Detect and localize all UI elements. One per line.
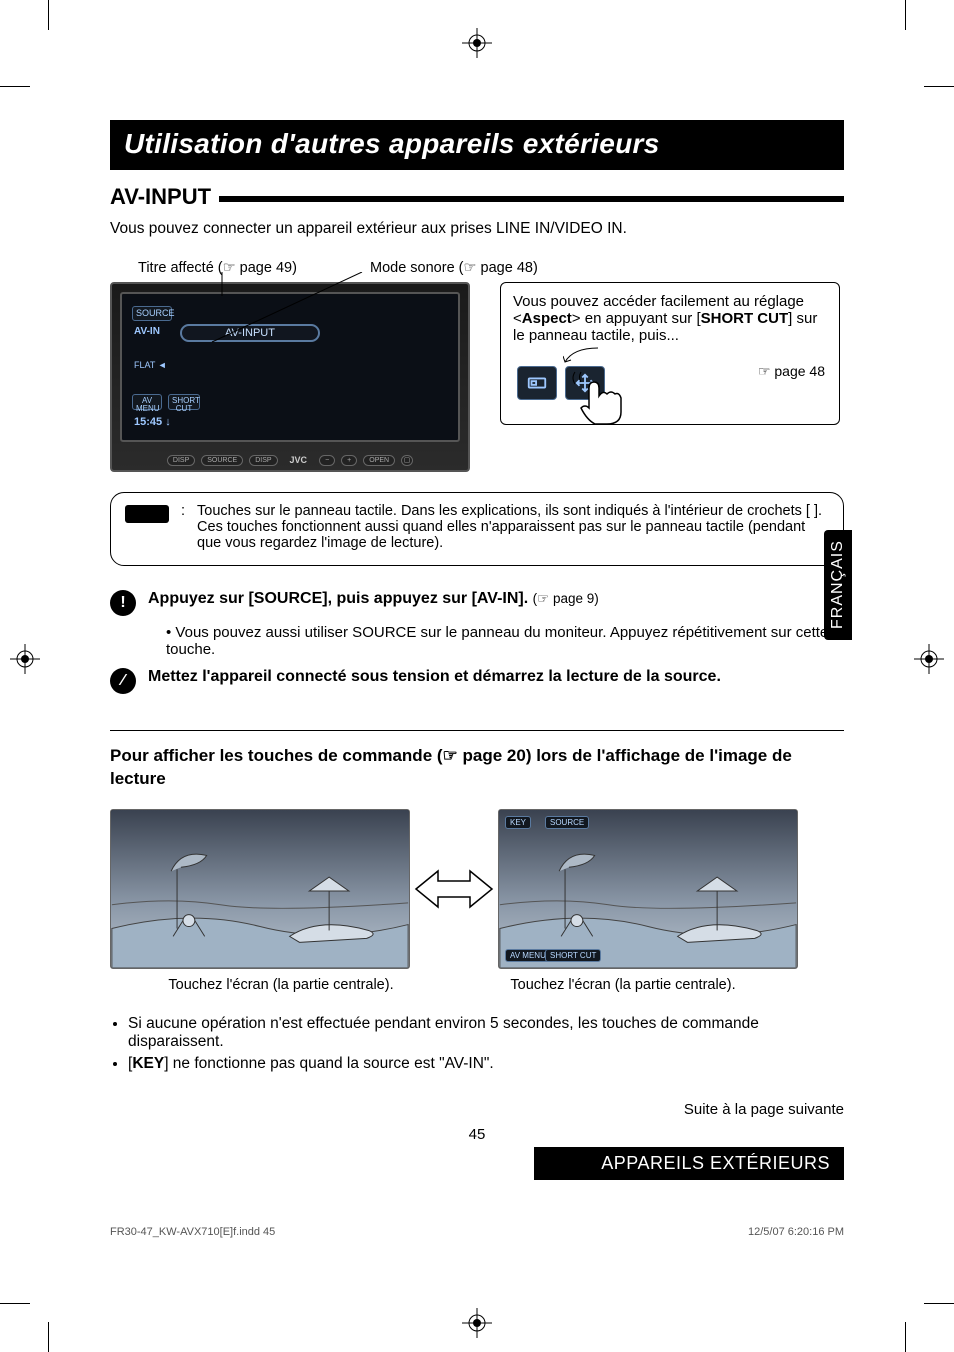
black-marker-icon	[125, 505, 169, 523]
caption-right: Touchez l'écran (la partie centrale).	[452, 977, 794, 993]
aspect-note-box: Vous pouvez accéder facilement au réglag…	[500, 282, 840, 425]
step-number-icon: ⁄	[110, 668, 136, 694]
continued-next-page: Suite à la page suivante	[110, 1101, 844, 1118]
curved-arrow-icon	[563, 346, 603, 366]
annotation-sound-mode: Mode sonore (☞ page 48)	[360, 260, 538, 276]
footer-section-label: APPAREILS EXTÉRIEURS	[534, 1147, 844, 1180]
section-title: Pour afficher les touches de commande (☞…	[110, 745, 844, 791]
end-note-1: Si aucune opération n'est effectuée pend…	[128, 1015, 844, 1051]
source-button[interactable]: SOURCE	[132, 306, 172, 321]
caption-left: Touchez l'écran (la partie centrale).	[110, 977, 452, 993]
note-illustration	[513, 350, 673, 420]
open-button[interactable]: OPEN	[363, 455, 395, 466]
step-2-text: Mettez l'appareil connecté sous tension …	[148, 668, 721, 685]
crop-mark	[0, 86, 30, 87]
note-body: Touches sur le panneau tactile. Dans les…	[197, 503, 829, 551]
crop-mark	[48, 1322, 49, 1352]
annotation-text: page 48)	[477, 260, 538, 276]
registration-mark-icon	[462, 28, 492, 58]
page-title: Utilisation d'autres appareils extérieur…	[110, 120, 844, 170]
disp2-button[interactable]: DISP	[249, 455, 277, 466]
horizontal-rule	[110, 730, 844, 731]
playback-thumb-no-buttons	[110, 809, 410, 969]
shortcut-button[interactable]: SHORT CUT	[545, 949, 601, 962]
crop-mark	[924, 1303, 954, 1304]
vol-minus-button[interactable]: −	[319, 455, 335, 466]
crop-mark	[905, 1322, 906, 1352]
crop-mark	[905, 0, 906, 30]
sound-mode-label: FLAT ◄	[134, 360, 167, 370]
vol-plus-button[interactable]: +	[341, 455, 357, 466]
end-note-2: [KEY] ne fonctionne pas quand la source …	[128, 1055, 844, 1073]
annotation-text: page 49)	[236, 260, 297, 276]
note-text: > en appuyant sur [	[572, 310, 701, 327]
disp-button[interactable]: DISP	[167, 455, 195, 466]
brand-label: JVC	[290, 455, 308, 465]
note-colon: :	[181, 503, 185, 551]
step-1: ! Appuyez sur [SOURCE], puis appuyez sur…	[110, 590, 844, 616]
section-heading: AV-INPUT	[110, 184, 211, 210]
source-label: AV-IN	[134, 326, 160, 337]
page-number: 45	[110, 1126, 844, 1143]
clock-label: 15:45 ↓	[134, 416, 171, 428]
crop-mark	[48, 0, 49, 30]
registration-mark-icon	[10, 644, 40, 674]
heading-rule	[219, 196, 844, 202]
key-button[interactable]: KEY	[505, 816, 531, 829]
av-menu-button[interactable]: AV MENU	[132, 394, 162, 410]
note-bold: SHORT CUT	[701, 310, 789, 327]
intro-text: Vous pouvez connecter un appareil extéri…	[110, 220, 844, 238]
pointer-icon: ☞	[464, 260, 477, 276]
annotation-text: Mode sonore (	[370, 260, 464, 276]
av-menu-button[interactable]: AV MENU	[505, 949, 551, 962]
touch-buttons-note: : Touches sur le panneau tactile. Dans l…	[110, 492, 844, 566]
device-bottom-bar: DISP SOURCE DISP JVC − + OPEN ▢	[112, 450, 468, 470]
print-timestamp: 12/5/07 6:20:16 PM	[748, 1226, 844, 1238]
registration-mark-icon	[914, 644, 944, 674]
step-1-text: Appuyez sur [SOURCE], puis appuyez sur […	[148, 590, 528, 607]
pointer-icon: ☞	[223, 260, 236, 276]
device-screen: SOURCE AV-IN AV-INPUT FLAT ◄ 15:45 ↓ AV …	[120, 292, 460, 442]
shortcut-button[interactable]: SHORT CUT	[168, 394, 200, 410]
crop-mark	[924, 86, 954, 87]
input-pill: AV-INPUT	[180, 324, 320, 342]
crop-mark	[0, 1303, 30, 1304]
print-metadata: FR30-47_KW-AVX710[E]f.indd 45 12/5/07 6:…	[110, 1226, 844, 1238]
hand-tap-icon	[569, 368, 639, 428]
note-bold: Aspect	[522, 310, 572, 327]
step-1-sub: • Vous pouvez aussi utiliser SOURCE sur …	[166, 624, 844, 658]
aspect-ratio-icon	[526, 372, 548, 394]
step-2: ⁄ Mettez l'appareil connecté sous tensio…	[110, 668, 844, 694]
source-hw-button[interactable]: SOURCE	[201, 455, 243, 466]
bidirectional-arrow-icon	[414, 859, 494, 919]
step-number-icon: !	[110, 590, 136, 616]
print-file: FR30-47_KW-AVX710[E]f.indd 45	[110, 1226, 275, 1238]
end-notes: Si aucune opération n'est effectuée pend…	[110, 1015, 844, 1073]
beach-scene-icon	[111, 810, 409, 968]
beach-scene-icon	[499, 810, 797, 968]
device-illustration: SOURCE AV-IN AV-INPUT FLAT ◄ 15:45 ↓ AV …	[110, 282, 470, 472]
aspect-icon-button[interactable]	[517, 366, 557, 400]
step-1-ref: (☞ page 9)	[533, 591, 599, 606]
registration-mark-icon	[462, 1308, 492, 1338]
eject-button[interactable]: ▢	[401, 455, 413, 466]
language-side-tab: FRANÇAIS	[824, 530, 852, 640]
source-button[interactable]: SOURCE	[545, 816, 589, 829]
playback-thumb-with-buttons: KEY SOURCE AV MENU SHORT CUT	[498, 809, 798, 969]
page-ref: ☞ page 48	[758, 363, 825, 380]
annotation-text: Titre affecté (	[138, 260, 223, 276]
annotation-title-assigned: Titre affecté (☞ page 49)	[110, 260, 360, 276]
